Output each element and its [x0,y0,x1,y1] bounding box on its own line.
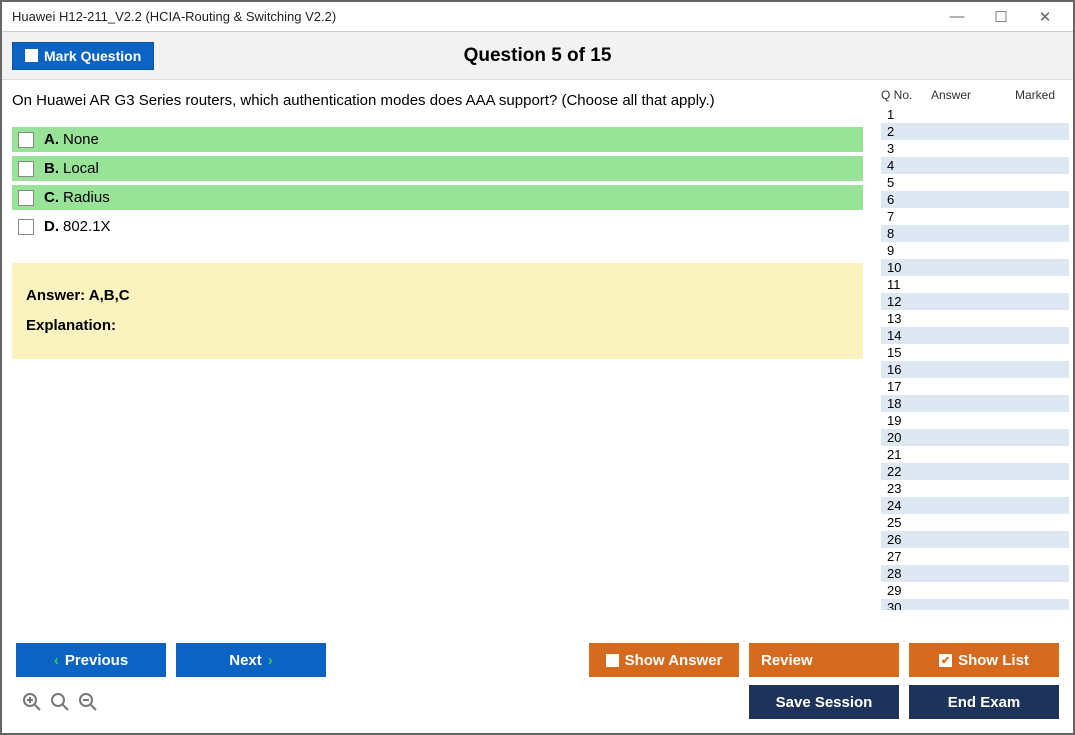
qlist-row[interactable]: 2 [881,123,1069,140]
answer-text: Answer: A,B,C [26,281,849,311]
option-letter: D. [44,218,59,235]
qlist-row[interactable]: 21 [881,446,1069,463]
qlist-row[interactable]: 24 [881,497,1069,514]
qlist-row[interactable]: 8 [881,225,1069,242]
answer-box: Answer: A,B,C Explanation: [12,263,863,359]
show-answer-button[interactable]: Show Answer [589,643,739,677]
checkbox-icon[interactable] [18,132,34,148]
titlebar: Huawei H12-211_V2.2 (HCIA-Routing & Swit… [2,2,1073,32]
qlist-row[interactable]: 14 [881,327,1069,344]
qlist-row[interactable]: 13 [881,310,1069,327]
next-label: Next [229,652,262,669]
mark-question-button[interactable]: Mark Question [12,42,154,70]
option-letter: C. [44,189,59,206]
previous-label: Previous [65,652,128,669]
zoom-in-icon[interactable] [22,692,42,712]
header-answer: Answer [931,88,1001,102]
qlist-row[interactable]: 22 [881,463,1069,480]
qlist-row[interactable]: 10 [881,259,1069,276]
button-row-2: Save Session End Exam [16,685,1059,719]
qlist-row[interactable]: 20 [881,429,1069,446]
qlist-row[interactable]: 15 [881,344,1069,361]
zoom-controls [16,692,98,712]
save-session-label: Save Session [776,694,873,711]
qlist-row[interactable]: 4 [881,157,1069,174]
option-text: Local [63,160,99,177]
show-answer-label: Show Answer [625,652,723,669]
next-button[interactable]: Next › [176,643,326,677]
top-strip: Mark Question Question 5 of 15 [2,32,1073,80]
button-row: ‹ Previous Next › Show Answer Review ✔ S… [16,643,1059,677]
qlist-row[interactable]: 25 [881,514,1069,531]
checkbox-icon [606,654,619,667]
checkbox-icon[interactable] [18,190,34,206]
close-icon[interactable]: ✕ [1035,8,1055,26]
checkbox-icon[interactable] [18,219,34,235]
option-B[interactable]: B. Local [12,156,863,181]
qtable-header: Q No. Answer Marked [881,88,1069,106]
window-controls: — ☐ ✕ [947,8,1063,26]
mark-question-label: Mark Question [44,48,141,64]
previous-button[interactable]: ‹ Previous [16,643,166,677]
question-header: Question 5 of 15 [2,45,1073,67]
qlist-row[interactable]: 30 [881,599,1069,610]
show-list-button[interactable]: ✔ Show List [909,643,1059,677]
qlist-row[interactable]: 19 [881,412,1069,429]
qlist-row[interactable]: 29 [881,582,1069,599]
qlist-row[interactable]: 27 [881,548,1069,565]
review-button[interactable]: Review [749,643,899,677]
qlist-row[interactable]: 26 [881,531,1069,548]
options-list: A. NoneB. LocalC. RadiusD. 802.1X [12,127,863,243]
qlist-row[interactable]: 23 [881,480,1069,497]
option-C[interactable]: C. Radius [12,185,863,210]
option-text: 802.1X [63,218,111,235]
option-A[interactable]: A. None [12,127,863,152]
chevron-left-icon: ‹ [54,652,59,669]
question-list[interactable]: 1234567891011121314151617181920212223242… [881,106,1069,610]
qlist-row[interactable]: 18 [881,395,1069,412]
app-window: Huawei H12-211_V2.2 (HCIA-Routing & Swit… [0,0,1075,735]
maximize-icon[interactable]: ☐ [991,8,1011,26]
checkbox-icon[interactable] [18,161,34,177]
option-letter: B. [44,160,59,177]
question-prompt: On Huawei AR G3 Series routers, which au… [12,92,863,109]
qlist-row[interactable]: 16 [881,361,1069,378]
zoom-out-icon[interactable] [78,692,98,712]
end-exam-label: End Exam [948,694,1021,711]
qlist-row[interactable]: 5 [881,174,1069,191]
review-label: Review [761,652,813,669]
end-exam-button[interactable]: End Exam [909,685,1059,719]
header-qno: Q No. [881,88,931,102]
chevron-right-icon: › [268,652,273,669]
qlist-row[interactable]: 9 [881,242,1069,259]
qlist-row[interactable]: 3 [881,140,1069,157]
qlist-row[interactable]: 1 [881,106,1069,123]
qlist-row[interactable]: 12 [881,293,1069,310]
question-list-panel: Q No. Answer Marked 12345678910111213141… [873,80,1073,633]
option-text: None [63,131,99,148]
option-text: Radius [63,189,110,206]
header-marked: Marked [1001,88,1069,102]
qlist-row[interactable]: 17 [881,378,1069,395]
qlist-row[interactable]: 7 [881,208,1069,225]
content-area: On Huawei AR G3 Series routers, which au… [2,80,1073,633]
minimize-icon[interactable]: — [947,8,967,26]
bottom-bar: ‹ Previous Next › Show Answer Review ✔ S… [2,633,1073,733]
main-panel: On Huawei AR G3 Series routers, which au… [2,80,873,633]
checkbox-checked-icon: ✔ [939,654,952,667]
show-list-label: Show List [958,652,1029,669]
checkbox-icon [25,49,38,62]
qlist-row[interactable]: 11 [881,276,1069,293]
window-title: Huawei H12-211_V2.2 (HCIA-Routing & Swit… [12,9,947,24]
zoom-reset-icon[interactable] [50,692,70,712]
option-D[interactable]: D. 802.1X [12,214,863,239]
save-session-button[interactable]: Save Session [749,685,899,719]
qlist-row[interactable]: 28 [881,565,1069,582]
option-letter: A. [44,131,59,148]
qlist-row[interactable]: 6 [881,191,1069,208]
explanation-label: Explanation: [26,311,849,341]
